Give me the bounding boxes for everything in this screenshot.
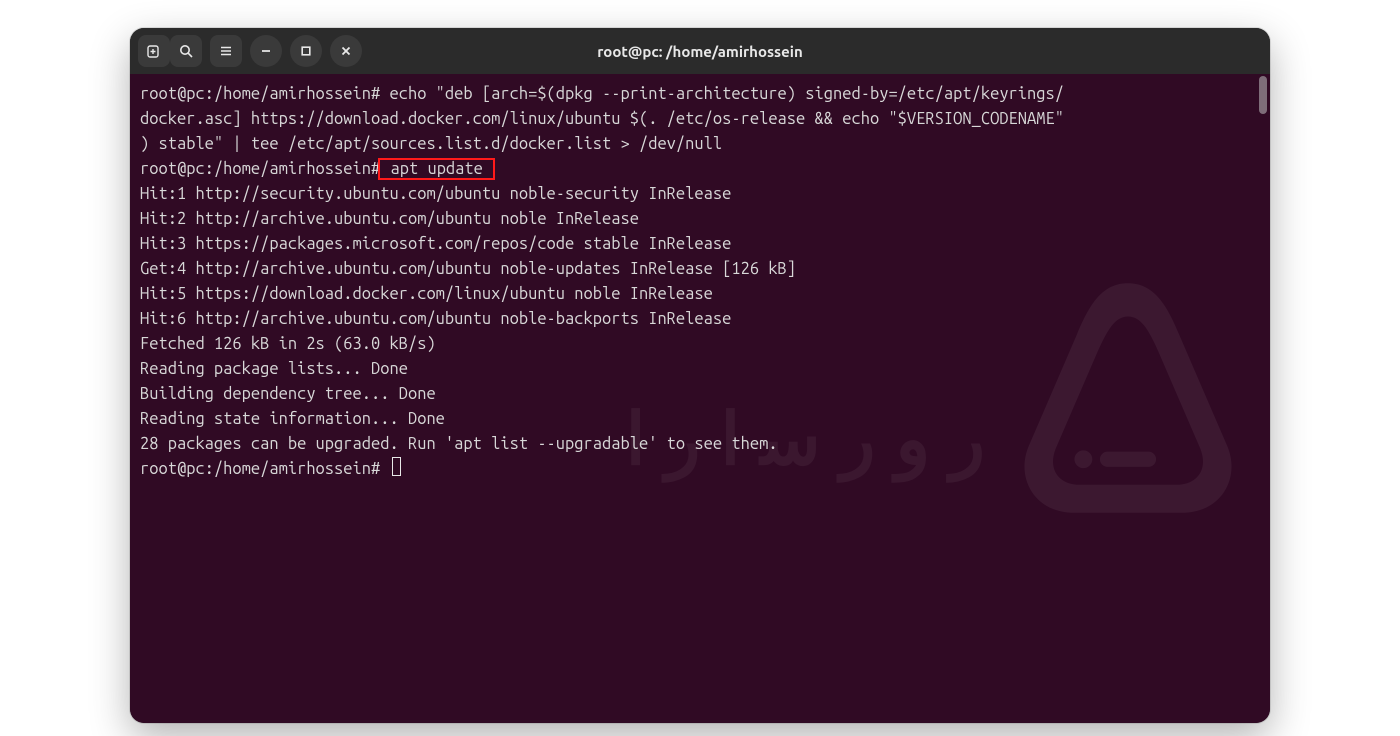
new-tab-button[interactable] <box>138 35 170 67</box>
scrollbar-thumb[interactable] <box>1259 76 1267 114</box>
terminal-line: Hit:6 http://archive.ubuntu.com/ubuntu n… <box>140 310 731 328</box>
terminal-prompt: root@pc:/home/amirhossein# <box>140 160 380 178</box>
close-button[interactable] <box>330 35 362 67</box>
menu-icon <box>218 43 234 59</box>
terminal-line: Hit:5 https://download.docker.com/linux/… <box>140 285 713 303</box>
highlighted-command: apt update <box>378 158 495 180</box>
terminal-line: docker.asc] https://download.docker.com/… <box>140 110 1064 128</box>
terminal-line: Get:4 http://archive.ubuntu.com/ubuntu n… <box>140 260 796 278</box>
terminal-line: Fetched 126 kB in 2s (63.0 kB/s) <box>140 335 436 353</box>
terminal-line: ) stable" | tee /etc/apt/sources.list.d/… <box>140 135 722 153</box>
terminal-line: Hit:2 http://archive.ubuntu.com/ubuntu n… <box>140 210 639 228</box>
titlebar: root@pc: /home/amirhossein <box>130 28 1270 74</box>
close-icon <box>339 44 353 58</box>
terminal-line: Building dependency tree... Done <box>140 385 436 403</box>
cursor <box>392 457 401 476</box>
terminal-line: 28 packages can be upgraded. Run 'apt li… <box>140 435 778 453</box>
terminal-prompt: root@pc:/home/amirhossein# <box>140 460 380 478</box>
terminal-line: root@pc:/home/amirhossein# echo "deb [ar… <box>140 85 1064 103</box>
terminal-line: Reading package lists... Done <box>140 360 408 378</box>
terminal-window: root@pc: /home/amirhossein <box>130 28 1270 723</box>
maximize-icon <box>299 44 313 58</box>
watermark-logo <box>998 268 1258 523</box>
search-button[interactable] <box>170 35 202 67</box>
menu-button[interactable] <box>210 35 242 67</box>
maximize-button[interactable] <box>290 35 322 67</box>
search-icon <box>178 43 194 59</box>
minimize-icon <box>259 44 273 58</box>
minimize-button[interactable] <box>250 35 282 67</box>
terminal-line: Reading state information... Done <box>140 410 445 428</box>
new-tab-icon <box>146 43 162 59</box>
terminal-viewport[interactable]: root@pc:/home/amirhossein# echo "deb [ar… <box>130 74 1270 723</box>
terminal-line: Hit:3 https://packages.microsoft.com/rep… <box>140 235 731 253</box>
terminal-line: Hit:1 http://security.ubuntu.com/ubuntu … <box>140 185 731 203</box>
